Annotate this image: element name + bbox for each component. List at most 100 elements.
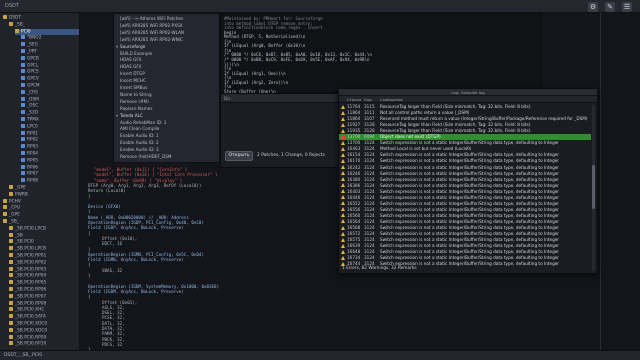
tree-item[interactable]: _SB.PCI0.LPCB <box>9 225 79 232</box>
patch-label: Insert DTGP <box>120 71 145 77</box>
tree-item[interactable]: _SB.PCI0.XHC <box>9 307 79 313</box>
code-line: DSEL, 32, <box>102 310 125 316</box>
tree-item[interactable]: RP02 <box>21 137 79 143</box>
tree-item[interactable]: _SB.PCI0.RP02 <box>9 259 79 266</box>
tree-item[interactable]: _SB_ <box>9 21 79 28</box>
folder-icon <box>3 15 7 19</box>
tree-item[interactable]: GPCL <box>21 62 79 69</box>
column-code[interactable]: Код <box>364 97 372 102</box>
tree-item[interactable]: _SEG <box>21 42 79 48</box>
tree-item[interactable]: *BNO2 <box>21 35 79 41</box>
patch-item[interactable]: HDAS GFX <box>120 64 142 70</box>
tree-item[interactable]: GPCM <box>21 83 79 89</box>
tree-item[interactable]: _SB.PCI0.RP04 <box>9 273 79 279</box>
patch-item[interactable]: Insert SMBus <box>120 85 147 91</box>
patch-item[interactable]: Enable Audio ID: 3 <box>120 147 159 153</box>
node-icon <box>3 205 7 210</box>
tree-item[interactable]: RP05 <box>21 157 79 164</box>
tree-item[interactable]: DSDT <box>3 15 79 21</box>
warning-icon <box>341 255 346 261</box>
patch-group[interactable]: ▾ Toleda ALC <box>116 113 143 119</box>
column-line[interactable]: Строка <box>347 97 361 102</box>
node-icon <box>9 314 13 319</box>
tree-item[interactable]: GPCV <box>21 76 79 82</box>
patch-item[interactable]: [wifi] AR9285 WiFi RP02-WLAN <box>120 30 184 36</box>
tree-item-label: _SB.PCI0.RP02 <box>15 260 47 266</box>
patch-label: AMI Clean Compile <box>120 126 160 132</box>
tree-item[interactable]: _SB.PCI0.XDC0 <box>9 321 79 327</box>
warning-icon <box>341 146 346 152</box>
tree-item[interactable]: _SB.PCI0.RP01 <box>9 253 79 259</box>
tree-item[interactable]: _CRS <box>21 89 79 96</box>
patch-group[interactable]: ▾ Sourceforge <box>116 44 145 50</box>
tree-item[interactable]: RP01 <box>21 130 79 137</box>
open-button[interactable]: Открыть <box>225 151 253 161</box>
tree-item[interactable]: _GPE <box>9 185 79 191</box>
tree-item[interactable]: RP03 <box>21 144 79 150</box>
code-line: DTGP (Arg0, Arg1, Arg2, Arg3, RefOf (Loc… <box>88 182 202 188</box>
code-line: Offset (0x01), <box>102 299 138 305</box>
patch-item[interactable]: Replace Names <box>120 106 152 112</box>
tree-item[interactable]: _GPE <box>3 212 79 218</box>
patch-item[interactable]: Audio RehabMan ID: 1 <box>120 120 166 126</box>
tree-item[interactable]: _SB.PCI0.RP08 <box>9 300 79 307</box>
patch-item[interactable]: [wifi] --> Atheros WiFi Patches <box>120 16 183 22</box>
tree-item[interactable]: _SB.PCI0.RP09 <box>9 334 79 341</box>
patch-item[interactable]: [wifi] AR9285 WiFi RP02-WNIC <box>120 37 183 43</box>
tree-item[interactable]: _SB <box>9 232 79 239</box>
patch-item[interactable]: Remove (#M) <box>120 99 149 105</box>
tree-item[interactable]: LPC0 <box>21 123 79 130</box>
node-icon <box>21 117 25 121</box>
tree-item[interactable]: _SB.PCI0.LPCB <box>9 246 79 252</box>
tree-item[interactable]: _SB.PCI0 <box>9 239 79 245</box>
patch-item[interactable]: [wifi] AR9285 WiFi RP02-PXSX <box>120 23 183 29</box>
node-icon <box>9 191 13 196</box>
node-icon <box>9 321 13 325</box>
warning-icon <box>341 122 346 128</box>
tree-item[interactable]: GPCB <box>21 55 79 62</box>
tree-item[interactable]: _SB.PCI0.XDC0 <box>9 327 79 334</box>
log-summary: 1 Errors, 82 Warnings, 32 Remarks <box>342 266 417 271</box>
tree-item[interactable]: RP08 <box>21 178 79 184</box>
tree-item[interactable]: TPMX <box>21 117 79 123</box>
patch-item[interactable]: Enable Audio ID: 1 <box>120 133 159 139</box>
tree-item[interactable]: _DSM <box>21 96 79 103</box>
log-scroll-thumb[interactable] <box>592 165 595 209</box>
code-line: PARM, 32, <box>102 331 125 337</box>
code-line: OperationRegion (IGMB, PCI_Config, 0x5C,… <box>88 251 204 257</box>
patch-item[interactable]: Insert MCHC <box>120 78 146 84</box>
patch-item[interactable]: BUILD Example <box>120 51 152 57</box>
node-icon <box>9 341 13 346</box>
tree-item[interactable]: _SB.PCI0.SATA <box>9 314 79 320</box>
warning-icon <box>341 183 346 188</box>
tree-item[interactable]: _OSC <box>21 103 79 109</box>
node-icon <box>21 55 25 60</box>
tree-item[interactable]: _PRT <box>21 49 79 55</box>
log-scrollbar[interactable] <box>592 105 595 271</box>
patch-source-view[interactable]: #Maintained by: PMHeart for: Sourceforge… <box>220 13 542 94</box>
patch-item[interactable]: AMI Clean Compile <box>120 126 159 132</box>
column-message[interactable]: Сообщение <box>380 97 403 102</box>
patch-item[interactable]: Name to String <box>120 92 152 98</box>
tree-item[interactable]: RP07 <box>21 171 79 177</box>
patch-item[interactable]: HDAS GFX <box>120 57 142 63</box>
tree-item[interactable]: PCHV <box>3 198 79 205</box>
tree-item[interactable]: _SB.PCI0.RP03 <box>9 266 79 273</box>
tree-item[interactable]: _SB.PCI0.RP05 <box>9 280 79 286</box>
editor-scrollbar[interactable] <box>600 13 601 350</box>
tree-item[interactable]: _SB.PCI0.RP10 <box>9 341 79 347</box>
patch-item[interactable]: Remove (hot)HDEF_DSM <box>120 154 171 160</box>
tree-item[interactable]: _SB.PCI0.RP06 <box>9 287 79 293</box>
tree-item[interactable]: PWRB <box>9 191 79 198</box>
patch-item[interactable]: Enable Audio ID: 2 <box>120 140 159 146</box>
tree-item[interactable]: RP04 <box>21 151 79 157</box>
tree-item[interactable]: _SB.PCI0.RP07 <box>9 293 79 300</box>
warning-icon <box>341 140 346 146</box>
tree-item[interactable]: PCI0 <box>15 28 79 35</box>
tree-item[interactable]: RP06 <box>21 164 79 171</box>
tree-item[interactable]: GPCS <box>21 69 79 75</box>
tree-item[interactable]: _S3D <box>21 110 79 116</box>
tree-item[interactable]: _SB_ <box>3 219 79 225</box>
tree-item[interactable]: _CPU <box>3 205 79 211</box>
patch-item[interactable]: Insert DTGP <box>120 71 145 77</box>
